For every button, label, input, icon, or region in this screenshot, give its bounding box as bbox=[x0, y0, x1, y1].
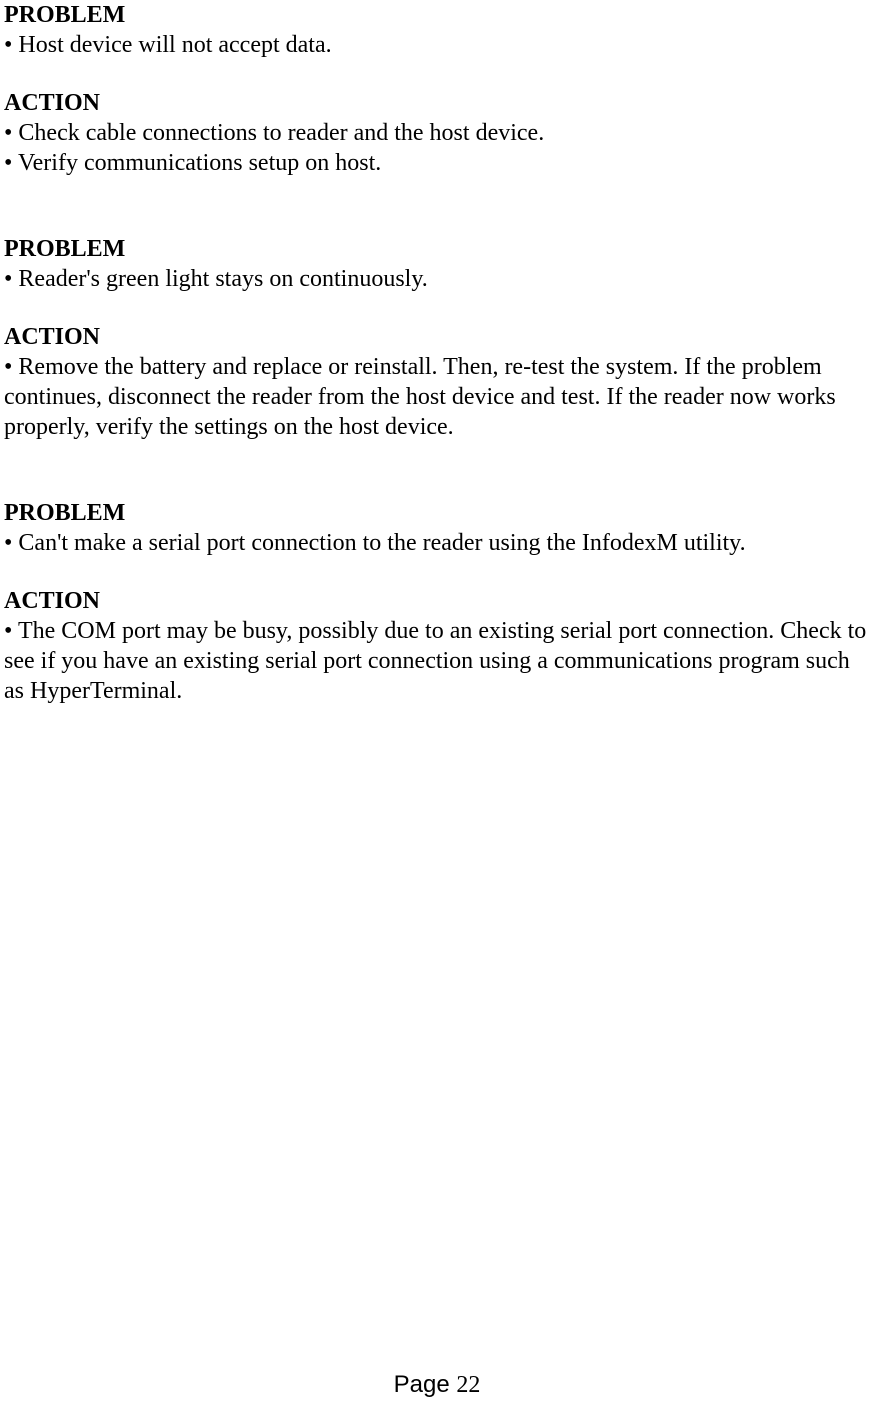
spacer bbox=[4, 558, 870, 586]
action-heading: ACTION bbox=[4, 88, 870, 118]
action-heading: ACTION bbox=[4, 322, 870, 352]
problem-action-section: PROBLEM • Reader's green light stays on … bbox=[4, 234, 870, 442]
problem-action-section: PROBLEM • Host device will not accept da… bbox=[4, 0, 870, 178]
action-heading: ACTION bbox=[4, 586, 870, 616]
problem-item: • Host device will not accept data. bbox=[4, 30, 870, 60]
problem-item: • Reader's green light stays on continuo… bbox=[4, 264, 870, 294]
action-item: • The COM port may be busy, possibly due… bbox=[4, 616, 870, 706]
action-item: • Verify communications setup on host. bbox=[4, 148, 870, 178]
page-footer: Page 22 bbox=[0, 1370, 874, 1400]
problem-action-section: PROBLEM • Can't make a serial port conne… bbox=[4, 498, 870, 706]
problem-item: • Can't make a serial port connection to… bbox=[4, 528, 870, 558]
page-label: Page bbox=[394, 1371, 457, 1398]
problem-heading: PROBLEM bbox=[4, 0, 870, 30]
problem-heading: PROBLEM bbox=[4, 234, 870, 264]
action-item: • Check cable connections to reader and … bbox=[4, 118, 870, 148]
spacer bbox=[4, 60, 870, 88]
action-item: • Remove the battery and replace or rein… bbox=[4, 352, 870, 442]
spacer bbox=[4, 294, 870, 322]
page-number: 22 bbox=[456, 1372, 480, 1398]
problem-heading: PROBLEM bbox=[4, 498, 870, 528]
